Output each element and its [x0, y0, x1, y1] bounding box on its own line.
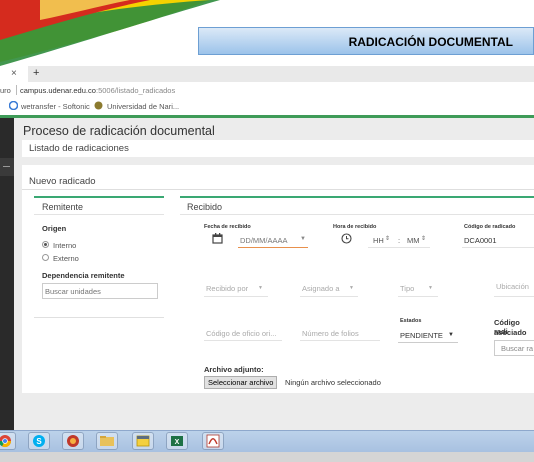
ubicacion-select[interactable]: Ubicación [496, 282, 529, 291]
tipo-arrow-icon[interactable]: ▼ [428, 285, 433, 291]
folder-icon[interactable] [96, 432, 118, 450]
remitente-divider [34, 214, 164, 215]
codigo-underline [462, 247, 534, 248]
hora-sep: : [398, 236, 401, 245]
recibido-por-select[interactable]: Recibido por [206, 284, 248, 293]
bookmark-udenar[interactable]: Universidad de Nari... [107, 102, 179, 111]
estado-select[interactable]: PENDIENTE [400, 331, 443, 340]
codigo-oficio-underline [204, 340, 282, 341]
codigo-oficio-input[interactable]: Código de oficio ori... [206, 329, 276, 338]
close-tab-icon[interactable]: × [11, 68, 17, 79]
chrome-icon[interactable] [0, 432, 16, 450]
hora-hh[interactable]: HH [373, 236, 384, 245]
fecha-dropdown-icon[interactable]: ▼ [300, 236, 306, 242]
recibido-panel-border [180, 196, 534, 198]
buscar-asociado-input[interactable]: Buscar ra [501, 344, 533, 353]
hora-mm[interactable]: MM [407, 236, 420, 245]
search-units-input[interactable] [45, 286, 153, 297]
recibido-divider [180, 214, 534, 215]
select-file-button[interactable]: Seleccionar archivo [204, 376, 278, 389]
udenar-icon [94, 101, 103, 110]
bookmark-wetransfer[interactable]: wetransfer - Softonic [21, 102, 90, 111]
estados-label: Estados [400, 318, 422, 324]
address-divider [16, 85, 17, 95]
dependencia-label: Dependencia remitente [42, 271, 125, 280]
svg-text:X: X [175, 439, 180, 446]
codigo-label: Código de radicado [464, 224, 516, 230]
sidebar-item-menu[interactable] [0, 158, 14, 176]
new-tab-button[interactable]: + [33, 67, 39, 79]
asignado-a-arrow-icon[interactable]: ▼ [349, 285, 354, 291]
page-subtitle[interactable]: Listado de radicaciones [29, 143, 129, 154]
banner-title-box: RADICACIÓN DOCUMENTAL [198, 27, 534, 55]
numero-folios-underline [300, 340, 380, 341]
radio-interno[interactable] [42, 241, 49, 248]
browser-tab-bar: × + [0, 66, 534, 82]
asignado-a-select[interactable]: Asignado a [302, 284, 340, 293]
bookmarks-bar: wetransfer - Softonic Universidad de Nar… [0, 98, 534, 116]
bottom-strip [0, 452, 534, 462]
mm-stepper-icon[interactable]: ⇕ [421, 235, 426, 242]
codigo-value: DCA0001 [464, 236, 497, 245]
ubicacion-underline [494, 296, 534, 297]
address-path[interactable]: :5006/listado_radicados [96, 86, 175, 95]
remitente-title: Remitente [42, 202, 84, 212]
tipo-select[interactable]: Tipo [400, 284, 414, 293]
calendar-app-icon[interactable] [132, 432, 154, 450]
skype-icon[interactable]: S [28, 432, 50, 450]
archivo-label: Archivo adjunto: [204, 365, 264, 374]
fecha-input[interactable]: DD/MM/AAAA [240, 236, 288, 245]
card-divider [22, 189, 534, 190]
recibido-por-underline [204, 296, 268, 297]
pdf-icon[interactable] [202, 432, 224, 450]
network-icon[interactable] [62, 432, 84, 450]
hora-label: Hora de recibido [333, 224, 377, 230]
calendar-icon[interactable] [212, 233, 223, 244]
recibido-title: Recibido [187, 202, 223, 212]
banner-title: RADICACIÓN DOCUMENTAL [348, 35, 513, 49]
address-bar[interactable]: uro campus.udenar.edu.co :5006/listado_r… [0, 82, 534, 99]
asignado-a-underline [300, 296, 358, 297]
address-prefix: uro [0, 86, 11, 95]
recibido-por-arrow-icon[interactable]: ▼ [258, 285, 263, 291]
address-host[interactable]: campus.udenar.edu.co [20, 86, 96, 95]
menu-icon [3, 166, 10, 167]
radio-externo[interactable] [42, 254, 49, 261]
page-title: Proceso de radicación documental [23, 124, 215, 138]
svg-text:S: S [36, 437, 42, 446]
fecha-label: Fecha de recibido [204, 224, 251, 230]
radio-interno-label[interactable]: Interno [53, 241, 76, 250]
origen-label: Origen [42, 224, 67, 233]
clock-icon[interactable] [341, 233, 352, 244]
hora-underline [368, 247, 430, 248]
numero-folios-input[interactable]: Número de folios [302, 329, 359, 338]
estado-underline [398, 342, 458, 343]
codigo-asociado-label-2: asociado [494, 328, 527, 337]
fecha-underline [238, 247, 308, 248]
estado-arrow-icon[interactable]: ▼ [448, 332, 454, 338]
tipo-underline [398, 296, 438, 297]
slide-banner: RADICACIÓN DOCUMENTAL [0, 0, 534, 66]
excel-icon[interactable]: X [166, 432, 188, 450]
radio-externo-label[interactable]: Externo [53, 254, 79, 263]
file-status: Ningún archivo seleccionado [285, 378, 381, 387]
softonic-icon [8, 100, 19, 111]
card-title: Nuevo radicado [29, 176, 96, 187]
hh-stepper-icon[interactable]: ⇕ [385, 235, 390, 242]
